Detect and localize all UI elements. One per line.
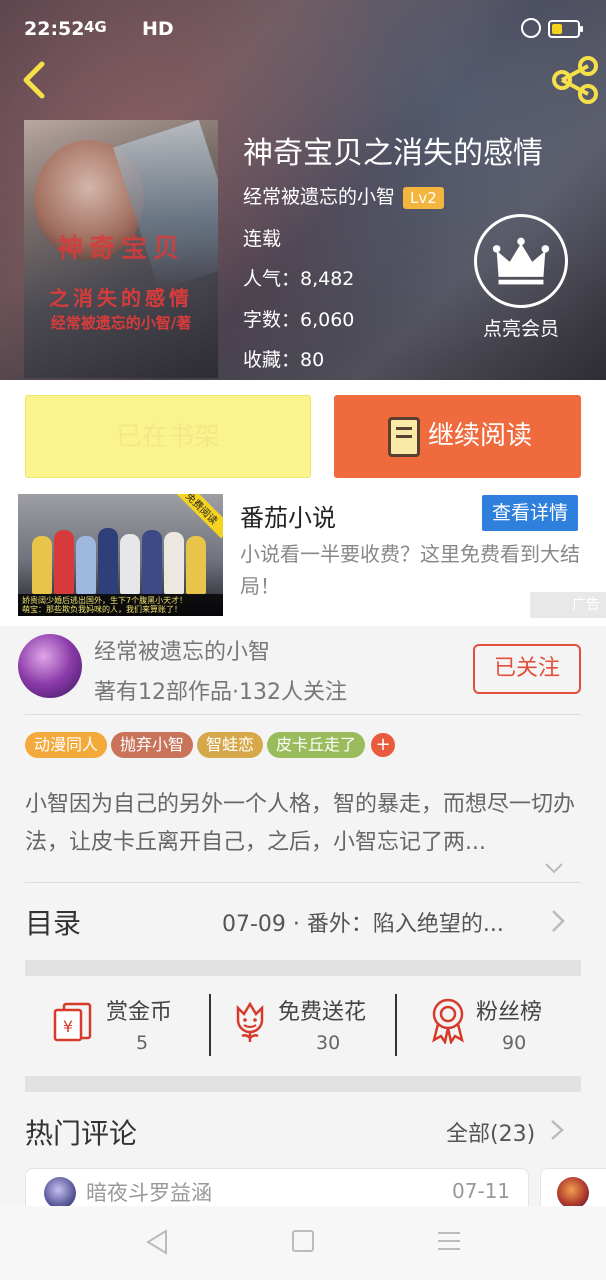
book-detail-body: 经常被遗忘的小智 著有12部作品·132人关注 已关注 动漫同人 抛弃小智 智蛙恋皮…	[0, 626, 606, 1209]
ad-banner[interactable]: 免费阅读 娇贵阔少婚后逃出国外，生下7个腹黑小天才！ 萌宝：那些欺负我妈咪的人，我…	[0, 492, 606, 620]
ad-detail-button[interactable]: 查看详情	[482, 495, 578, 531]
table-of-contents-row[interactable]: 目录 07-09 · 番外：陷入绝望的...	[0, 884, 606, 960]
tag[interactable]: 皮卡丘走了	[267, 732, 366, 758]
tag[interactable]: 抛弃小智	[111, 732, 194, 758]
tag[interactable]: 动漫同人	[25, 732, 108, 758]
svg-text:¥: ¥	[63, 1017, 73, 1036]
back-icon[interactable]	[14, 56, 54, 104]
reward-coin-count: 5	[136, 1032, 149, 1054]
level-badge: Lv2	[403, 186, 444, 209]
share-icon[interactable]	[550, 55, 600, 105]
send-flower-label: 免费送花	[278, 1000, 367, 1025]
hot-comments-header: 热门评论 全部(23)	[0, 1104, 606, 1164]
alarm-icon	[521, 18, 541, 38]
avatar[interactable]	[18, 634, 82, 698]
book-author-line[interactable]: 经常被遗忘的小智 Lv2	[243, 182, 444, 209]
crown-icon[interactable]	[474, 214, 568, 308]
author-name[interactable]: 经常被遗忘的小智	[94, 634, 270, 666]
section-separator	[25, 1076, 581, 1092]
avatar[interactable]	[44, 1177, 76, 1209]
add-tag-button[interactable]: +	[371, 733, 396, 757]
continue-reading-button[interactable]: 继续阅读	[334, 395, 581, 478]
reward-actions: ¥ 赏金币 5 免费送花 30 粉丝榜 90	[0, 986, 606, 1066]
continue-reading-label: 继续阅读	[428, 421, 533, 451]
fan-ranking-count: 90	[502, 1032, 527, 1054]
ad-image-caption: 娇贵阔少婚后逃出国外，生下7个腹黑小天才！ 萌宝：那些欺负我妈咪的人，我们来算账了…	[18, 594, 223, 616]
book-words: 字数：6,060	[243, 309, 355, 331]
tag[interactable]: 智蛙恋	[197, 732, 264, 758]
follow-button[interactable]: 已关注	[473, 644, 581, 694]
send-flower-button[interactable]: 免费送花 30	[230, 986, 390, 1066]
cover-title: 神奇宝贝	[56, 234, 185, 264]
ad-label: 广告	[530, 592, 606, 618]
book-header: 22:52 4G HD 神奇宝贝 之消失的感情 经常被遗忘的小智/著 神奇宝贝之…	[0, 0, 606, 380]
chevron-right-icon[interactable]	[548, 1118, 566, 1142]
ad-image-badge: 免费阅读	[171, 494, 223, 539]
send-flower-count: 30	[316, 1032, 341, 1054]
divider	[25, 714, 581, 715]
action-buttons: 已在书架 继续阅读	[0, 380, 606, 492]
reward-coin-label: 赏金币	[106, 1000, 173, 1025]
reward-coin-button[interactable]: ¥ 赏金币 5	[50, 986, 200, 1066]
chevron-right-icon	[552, 910, 565, 932]
cover-subtitle: 之消失的感情	[49, 286, 193, 310]
system-nav-bar	[0, 1206, 606, 1280]
divider	[395, 994, 397, 1056]
book-popularity: 人气：8,482	[243, 268, 355, 290]
toc-label: 目录	[25, 907, 82, 940]
ad-description: 小说看一半要收费？这里免费看到大结局！	[240, 542, 580, 598]
book-status: 连载	[243, 228, 282, 250]
nav-back-icon[interactable]	[145, 1228, 169, 1256]
in-shelf-button[interactable]: 已在书架	[25, 395, 311, 478]
chevron-down-icon[interactable]	[544, 858, 564, 878]
vip-label[interactable]: 点亮会员	[466, 314, 576, 341]
medal-icon	[432, 998, 464, 1044]
author-stats: 著有12部作品·132人关注	[94, 680, 347, 705]
status-time: 22:52	[24, 18, 85, 40]
book-description[interactable]: 小智因为自己的另外一个人格，智的暴走，而想尽一切办法，让皮卡丘离开自己，之后，小…	[25, 786, 581, 862]
status-bar: 22:52 4G HD	[0, 0, 606, 58]
comment-user[interactable]: 暗夜斗罗益涵	[86, 1177, 212, 1207]
fan-ranking-label: 粉丝榜	[476, 1000, 543, 1025]
hd-indicator: HD	[142, 18, 174, 40]
book-icon	[388, 417, 420, 457]
avatar[interactable]	[557, 1177, 589, 1209]
section-separator	[25, 960, 581, 976]
book-cover[interactable]: 神奇宝贝 之消失的感情 经常被遗忘的小智/著	[24, 120, 218, 378]
fan-ranking-button[interactable]: 粉丝榜 90	[428, 986, 578, 1066]
all-comments-link[interactable]: 全部(23)	[446, 1116, 535, 1148]
author-card[interactable]: 经常被遗忘的小智 著有12部作品·132人关注 已关注	[0, 626, 606, 714]
cover-author: 经常被遗忘的小智/著	[50, 314, 192, 332]
comment-date: 07-11	[452, 1179, 511, 1203]
comment-card[interactable]	[540, 1168, 606, 1209]
divider	[25, 882, 581, 883]
latest-chapter: 07-09 · 番外：陷入绝望的...	[222, 912, 504, 937]
book-author[interactable]: 经常被遗忘的小智	[243, 186, 395, 208]
book-favorites: 收藏：80	[243, 349, 325, 371]
flower-icon	[236, 1001, 264, 1042]
ad-image[interactable]: 免费阅读 娇贵阔少婚后逃出国外，生下7个腹黑小天才！ 萌宝：那些欺负我妈咪的人，我…	[18, 494, 223, 616]
network-indicator: 4G	[84, 18, 107, 36]
book-title: 神奇宝贝之消失的感情	[243, 136, 543, 171]
coin-envelope-icon: ¥	[53, 1002, 92, 1042]
divider	[209, 994, 211, 1056]
nav-home-icon[interactable]	[292, 1230, 314, 1252]
battery-icon	[548, 20, 583, 38]
comment-card[interactable]: 暗夜斗罗益涵 07-11	[25, 1168, 529, 1209]
hot-comments-title: 热门评论	[25, 1117, 138, 1150]
nav-menu-icon[interactable]	[438, 1232, 460, 1250]
tag-list: 动漫同人 抛弃小智 智蛙恋 皮卡丘走了 +	[25, 732, 396, 760]
ad-title: 番茄小说	[240, 504, 336, 532]
